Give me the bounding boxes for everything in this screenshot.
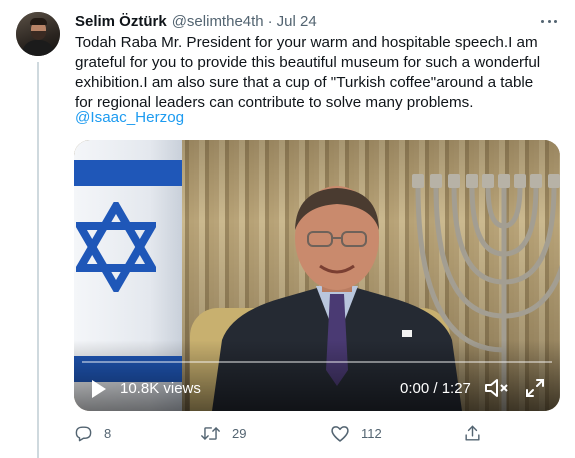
tweet-date[interactable]: Jul 24	[277, 13, 317, 30]
like-icon	[331, 425, 349, 442]
retweet-icon	[201, 426, 220, 440]
video-views: 10.8K views	[120, 380, 201, 397]
play-icon[interactable]	[90, 378, 108, 400]
separator-dot: ·	[267, 12, 273, 30]
tweet-text-line: exhibition.I am also sure that a cup of …	[75, 74, 534, 91]
reply-button[interactable]: 8	[74, 421, 111, 445]
more-icon[interactable]	[539, 12, 559, 30]
volume-icon[interactable]	[484, 377, 510, 399]
video-progress-bar[interactable]	[82, 361, 552, 363]
display-name[interactable]: Selim Öztürk	[75, 13, 167, 30]
tweet-header: Selim Öztürk @selimthe4th · Jul 24	[75, 11, 317, 31]
like-button[interactable]: 112	[330, 421, 382, 445]
tweet-text-line: Todah Raba Mr. President for your warm a…	[75, 34, 538, 51]
flag-star-icon	[76, 202, 156, 292]
video-time: 0:00 / 1:27	[400, 380, 471, 397]
avatar-hair	[30, 18, 47, 25]
share-button[interactable]	[463, 421, 482, 445]
user-handle[interactable]: @selimthe4th	[172, 13, 264, 30]
video-controls-gradient	[74, 340, 560, 411]
flag-stripe-top	[74, 160, 182, 186]
video-player[interactable]: 10.8K views 0:00 / 1:27	[74, 140, 560, 411]
like-count: 112	[361, 425, 382, 441]
avatar[interactable]	[16, 12, 60, 56]
share-icon	[465, 425, 480, 441]
reply-icon	[75, 425, 92, 441]
retweet-button[interactable]: 29	[200, 421, 246, 445]
reply-count: 8	[104, 425, 112, 441]
retweet-count: 29	[232, 425, 247, 441]
tweet-text: Todah Raba Mr. President for your warm a…	[75, 33, 555, 113]
expand-icon[interactable]	[524, 377, 546, 399]
tweet-text-line: grateful for you to provide this beautif…	[75, 54, 541, 71]
mention-link[interactable]: @Isaac_Herzog	[75, 109, 184, 126]
thread-line	[37, 62, 39, 458]
